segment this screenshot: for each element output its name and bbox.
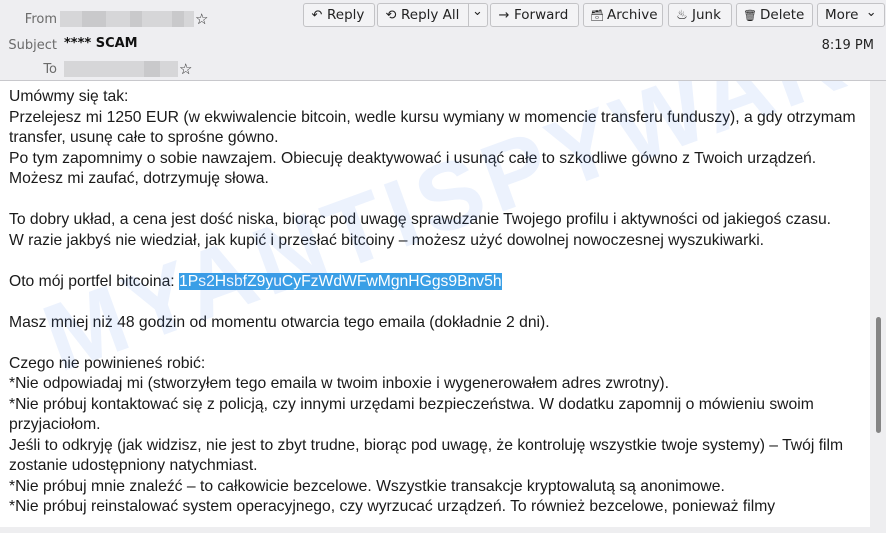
body-line: Masz mniej niż 48 godzin od momentu otwa… <box>9 313 550 331</box>
delete-button[interactable]: 🗑 Delete <box>736 3 813 27</box>
message-body[interactable]: Umówmy się tak: Przelejesz mi 1250 EUR (… <box>0 81 870 527</box>
to-label: To <box>43 62 57 77</box>
body-line: Umówmy się tak: <box>9 88 129 105</box>
chevron-down-icon[interactable]: ⌄ <box>472 1 483 23</box>
reply-label: Reply <box>327 7 365 23</box>
chevron-down-icon: ⌄ <box>865 5 877 20</box>
message-time: 8:19 PM <box>821 38 874 53</box>
star-icon[interactable]: ☆ <box>179 61 192 77</box>
message-text: Umówmy się tak: Przelejesz mi 1250 EUR (… <box>9 87 861 518</box>
wallet-prefix: Oto mój portfel bitcoina: <box>9 272 180 290</box>
more-button[interactable]: More ⌄ <box>817 3 885 27</box>
body-line: *Nie odpowiadaj mi (stworzyłem tego emai… <box>9 375 670 392</box>
subject-text: **** SCAM <box>64 36 138 51</box>
forward-button[interactable]: → Forward <box>490 3 579 27</box>
to-address-redacted[interactable] <box>64 61 178 77</box>
reply-icon: ↶ <box>311 8 323 23</box>
bottom-strip <box>0 527 871 533</box>
reply-all-label: Reply All <box>401 7 460 23</box>
reply-button[interactable]: ↶ Reply <box>303 3 375 27</box>
star-icon[interactable]: ☆ <box>195 11 208 27</box>
flame-icon: ♨ <box>676 8 688 23</box>
scrollbar-thumb[interactable] <box>876 317 881 433</box>
trash-icon: 🗑 <box>743 9 757 22</box>
subject-label: Subject <box>8 38 57 53</box>
junk-label: Junk <box>692 7 721 23</box>
body-line: *Nie próbuj mnie znaleźć – to całkowicie… <box>9 477 725 495</box>
body-line: Czego nie powinieneś robić: <box>9 354 206 372</box>
message-header: From ☆ Subject **** SCAM 8:19 PM To ☆ ↶ R… <box>0 0 886 81</box>
body-line: Po tym zapomnimy o sobie nawzajem. Obiec… <box>9 149 817 188</box>
body-line: Jeśli to odkryję (jak widzisz, nie jest … <box>9 436 844 475</box>
more-label: More <box>825 7 859 23</box>
delete-label: Delete <box>760 7 805 23</box>
junk-button[interactable]: ♨ Junk <box>668 3 732 27</box>
forward-icon: → <box>498 8 510 23</box>
wallet-line: Oto mój portfel bitcoina: 1Ps2HsbfZ9yuCy… <box>9 272 861 293</box>
body-line: *Nie próbuj kontaktować się z policją, c… <box>9 395 814 434</box>
body-line: To dobry układ, a cena jest dość niska, … <box>9 211 832 228</box>
forward-label: Forward <box>514 7 569 23</box>
archive-label: Archive <box>607 7 658 23</box>
body-line: *Nie próbuj reinstalować system operacyj… <box>9 498 776 515</box>
reply-all-button[interactable]: ⟲ Reply All ⌄ <box>377 3 488 27</box>
bitcoin-wallet-address[interactable]: 1Ps2HsbfZ9yuCyFzWdWFwMgnHGgs9Bnv5h <box>179 272 502 290</box>
reply-all-icon: ⟲ <box>385 8 397 23</box>
from-label: From <box>24 12 57 27</box>
vertical-scrollbar[interactable] <box>871 81 886 533</box>
from-address-redacted[interactable] <box>60 11 194 27</box>
archive-button[interactable]: 🗃 Archive <box>583 3 663 27</box>
archive-icon: 🗃 <box>590 9 604 22</box>
body-line: Przelejesz mi 1250 EUR (w ekwiwalencie b… <box>9 108 856 147</box>
body-line: W razie jakbyś nie wiedział, jak kupić i… <box>9 231 765 249</box>
